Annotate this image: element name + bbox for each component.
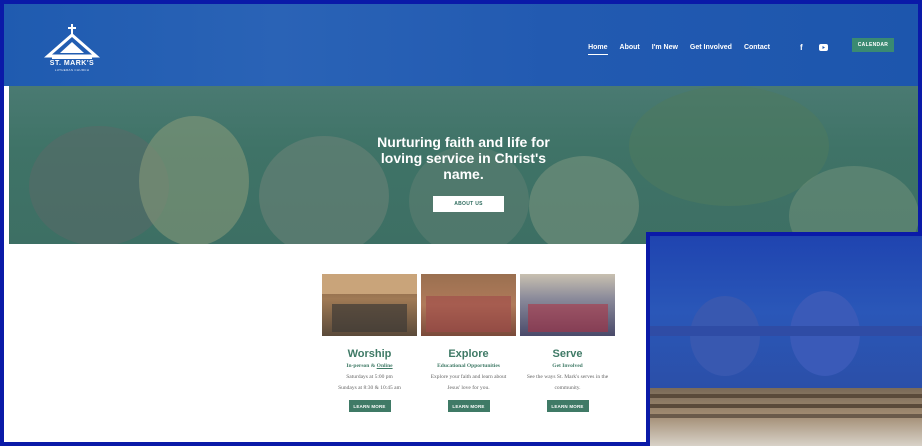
hero-title-line: loving service in Christ's <box>380 150 547 166</box>
facebook-icon[interactable]: f <box>800 43 803 52</box>
card-subtitle: Get Involved <box>552 363 583 369</box>
card-text-line: See the ways St. Mark's serves in the <box>526 374 609 380</box>
site-header: ST. MARK'S LUTHERAN CHURCH Home About I'… <box>4 4 918 86</box>
learn-more-button[interactable]: LEARN MORE <box>546 400 589 412</box>
card-text-line: Sundays at 8:30 & 10:45 am <box>338 385 401 391</box>
explore-photo <box>421 274 516 336</box>
serve-card: Serve Get Involved See the ways St. Mark… <box>520 274 615 412</box>
card-title: Serve <box>552 348 583 360</box>
nav-im-new[interactable]: I'm New <box>652 44 678 55</box>
overlay-photo-bottom <box>650 388 922 446</box>
about-us-button[interactable]: ABOUT US <box>433 196 504 212</box>
card-text: Saturdays at 5:00 pm Sundays at 8:30 & 1… <box>322 372 417 394</box>
hero-title: Nurturing faith and life for loving serv… <box>9 134 918 182</box>
overlay-panel <box>646 232 922 446</box>
nav-contact[interactable]: Contact <box>744 44 770 55</box>
logo-name: ST. MARK'S <box>49 60 95 67</box>
hero-title-line: Nurturing faith and life for <box>377 134 550 150</box>
card-text-line: community. <box>554 385 581 391</box>
card-text-line: Saturdays at 5:00 pm <box>346 374 393 380</box>
nav-about[interactable]: About <box>620 44 640 55</box>
card-text-line: Explore your faith and learn about <box>430 374 507 380</box>
overlay-photo-top <box>650 236 922 388</box>
card-title: Worship <box>347 348 392 360</box>
hero-banner: Nurturing faith and life for loving serv… <box>9 86 918 244</box>
youtube-icon[interactable] <box>819 44 828 51</box>
nav-get-involved[interactable]: Get Involved <box>690 44 732 55</box>
learn-more-button[interactable]: LEARN MORE <box>447 400 490 412</box>
main-nav: Home About I'm New Get Involved Contact <box>576 44 770 55</box>
card-text: See the ways St. Mark's serves in the co… <box>520 372 615 394</box>
card-subtitle: Educational Opportunities <box>437 363 500 369</box>
logo-subtitle: LUTHERAN CHURCH <box>54 68 90 72</box>
calendar-button[interactable]: CALENDAR <box>852 38 894 52</box>
card-subtitle: In-person & Online <box>322 363 417 369</box>
learn-more-button[interactable]: LEARN MORE <box>348 400 391 412</box>
card-text-line: Jesus' love for you. <box>447 385 490 391</box>
serve-photo <box>520 274 615 336</box>
explore-card: Explore Educational Opportunities Explor… <box>421 274 516 412</box>
card-text: Explore your faith and learn about Jesus… <box>421 372 516 394</box>
card-title: Explore <box>448 348 489 360</box>
worship-card: Worship In-person & Online Saturdays at … <box>322 274 417 412</box>
worship-photo <box>322 274 417 336</box>
hero-title-line: name. <box>443 166 484 182</box>
card-subtitle-text: In-person & <box>346 363 377 369</box>
nav-home[interactable]: Home <box>588 44 608 55</box>
online-link[interactable]: Online <box>377 363 393 369</box>
